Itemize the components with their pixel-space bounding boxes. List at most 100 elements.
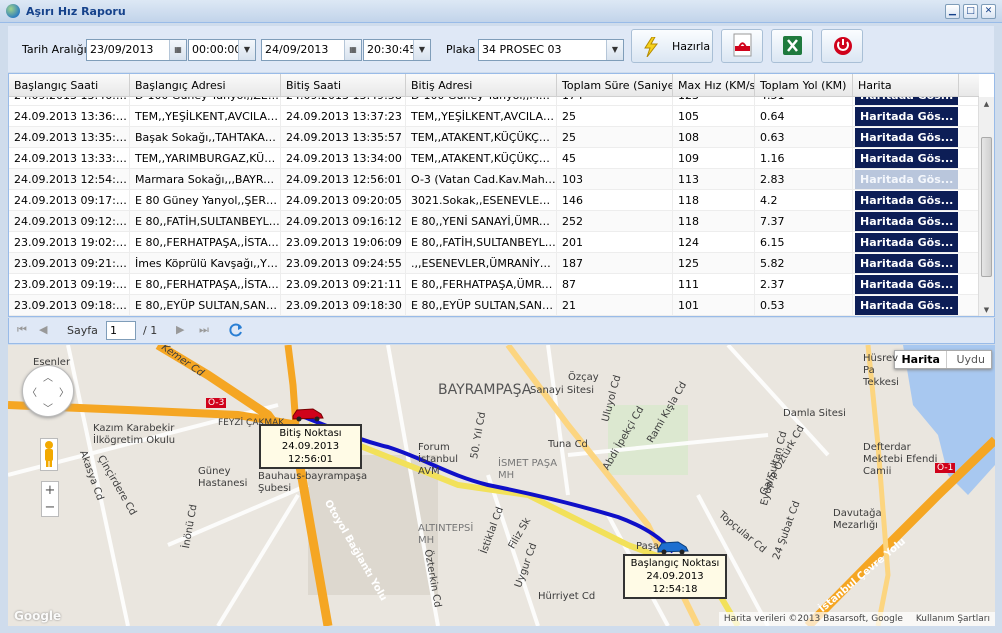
title-bar: Aşırı Hız Raporu ▁ □ ✕ bbox=[0, 0, 1002, 23]
column-header-duration[interactable]: Toplam Süre (Saniye) bbox=[557, 74, 673, 97]
end-date-field[interactable]: 24/09/2013 ▦ bbox=[261, 39, 362, 61]
column-header-distance[interactable]: Toplam Yol (KM) bbox=[755, 74, 853, 97]
filter-toolbar: Tarih Aralığı 23/09/2013 ▦ 00:00:00 ▼ 24… bbox=[8, 26, 994, 72]
street-view-pegman[interactable] bbox=[40, 438, 58, 471]
cell-start-time: 24.09.2013 13:35:32 bbox=[9, 127, 130, 148]
column-header-map[interactable]: Harita bbox=[853, 74, 959, 97]
chevron-down-icon[interactable]: ▼ bbox=[413, 40, 430, 60]
first-page-icon[interactable]: ⏮ bbox=[17, 323, 27, 337]
plate-label: Plaka bbox=[446, 43, 476, 56]
export-pdf-button[interactable] bbox=[721, 29, 763, 63]
start-time-field[interactable]: 00:00:00 ▼ bbox=[188, 39, 256, 61]
table-row[interactable]: 23.09.2013 09:21:48 İmes Köprülü Kavşağı,… bbox=[9, 253, 979, 274]
export-excel-button[interactable] bbox=[771, 29, 813, 63]
column-header-max-speed[interactable]: Max Hız (KM/s) bbox=[673, 74, 755, 97]
cell-max-speed: 125 bbox=[673, 253, 755, 274]
cell-max-speed: 111 bbox=[673, 274, 755, 295]
cell-distance: 2.83 bbox=[755, 169, 853, 190]
show-on-map-button[interactable]: Haritada Gös... bbox=[855, 191, 958, 210]
map-type-satellite[interactable]: Uydu bbox=[950, 351, 991, 368]
cell-end-time: 24.09.2013 09:16:12 bbox=[281, 211, 406, 232]
plate-select[interactable]: 34 PROSEC 03 ▼ bbox=[478, 39, 624, 61]
table-row[interactable]: 24.09.2013 13:46:58D-100 Güney Yanyol,,Z… bbox=[9, 97, 979, 106]
last-page-icon[interactable]: ⏭ bbox=[199, 323, 209, 337]
start-car-icon bbox=[657, 541, 689, 555]
show-on-map-button[interactable]: Haritada Gös... bbox=[855, 170, 958, 189]
show-on-map-button[interactable]: Haritada Gös... bbox=[855, 128, 958, 147]
table-row[interactable]: 23.09.2013 09:19:44 E 80,,FERHATPAŞA,,İST… bbox=[9, 274, 979, 295]
next-page-icon[interactable]: ▶ bbox=[176, 323, 184, 336]
scrollbar-thumb[interactable] bbox=[981, 137, 992, 277]
map-label: Özçay bbox=[568, 372, 599, 383]
table-row[interactable]: 24.09.2013 13:33:15 TEM,,YARIMBURGAZ,KÜÇÜ… bbox=[9, 148, 979, 169]
show-on-map-button[interactable]: Haritada Gös... bbox=[855, 97, 958, 105]
cell-start-address: İmes Köprülü Kavşağı,,YE... bbox=[130, 253, 281, 274]
end-point-time: 24.09.2013 12:56:01 bbox=[281, 441, 340, 465]
close-report-button[interactable] bbox=[821, 29, 863, 63]
prepare-button[interactable]: Hazırla bbox=[631, 29, 713, 63]
end-date-value: 24/09/2013 bbox=[265, 43, 329, 56]
pan-right-icon[interactable]: 〉 bbox=[59, 384, 69, 399]
scroll-up-icon[interactable]: ▲ bbox=[979, 97, 994, 111]
cell-max-speed: 118 bbox=[673, 211, 755, 232]
table-row[interactable]: 24.09.2013 13:36:58 TEM,,YEŞİLKENT,AVCILA… bbox=[9, 106, 979, 127]
cell-start-time: 24.09.2013 13:36:58 bbox=[9, 106, 130, 127]
prev-page-icon[interactable]: ◀ bbox=[39, 323, 47, 336]
cell-distance: 0.53 bbox=[755, 295, 853, 316]
show-on-map-button[interactable]: Haritada Gös... bbox=[855, 149, 958, 168]
pan-left-icon[interactable]: 〈 bbox=[27, 384, 37, 399]
show-on-map-button[interactable]: Haritada Gös... bbox=[855, 107, 958, 126]
scroll-down-icon[interactable]: ▼ bbox=[979, 303, 994, 316]
column-header-end-address[interactable]: Bitiş Adresi bbox=[406, 74, 557, 97]
close-button[interactable]: ✕ bbox=[981, 4, 996, 19]
vertical-scrollbar[interactable]: ▲ ▼ bbox=[978, 97, 994, 316]
cell-max-speed: 101 bbox=[673, 295, 755, 316]
calendar-icon[interactable]: ▦ bbox=[344, 40, 361, 60]
page-number-input[interactable]: 1 bbox=[106, 321, 136, 340]
chevron-down-icon[interactable]: ▼ bbox=[606, 40, 623, 60]
cell-duration: 187 bbox=[557, 253, 673, 274]
table-row[interactable]: 23.09.2013 19:02:48 E 80,,FERHATPAŞA,,İST… bbox=[9, 232, 979, 253]
show-on-map-button[interactable]: Haritada Gös... bbox=[855, 212, 958, 231]
map-view[interactable]: ︿ ﹀ 〈 〉 + − Harita Uydu Esenler BAYRAMPA… bbox=[8, 345, 995, 626]
table-row[interactable]: 24.09.2013 09:12:00 E 80,,FATİH,SULTANBEY… bbox=[9, 211, 979, 232]
map-label: ALTINTEPSİ MH bbox=[418, 523, 474, 546]
zoom-in-button[interactable]: + bbox=[42, 482, 58, 499]
chevron-down-icon[interactable]: ▼ bbox=[238, 40, 255, 60]
terms-link[interactable]: Kullanım Şartları bbox=[916, 614, 990, 624]
pan-control[interactable]: ︿ ﹀ 〈 〉 bbox=[22, 365, 74, 417]
show-on-map-button[interactable]: Haritada Gös... bbox=[855, 296, 958, 315]
column-header-start-address[interactable]: Başlangıç Adresi bbox=[130, 74, 281, 97]
start-date-field[interactable]: 23/09/2013 ▦ bbox=[86, 39, 187, 61]
show-on-map-button[interactable]: Haritada Gös... bbox=[855, 254, 958, 273]
zoom-out-button[interactable]: − bbox=[42, 499, 58, 516]
table-row[interactable]: 24.09.2013 13:35:32 Başak Sokağı,,TAHTAKA… bbox=[9, 127, 979, 148]
table-row[interactable]: 23.09.2013 09:18:09 E 80,,EYÜP SULTAN,SAN… bbox=[9, 295, 979, 316]
maximize-button[interactable]: □ bbox=[963, 4, 978, 19]
refresh-icon[interactable] bbox=[228, 322, 244, 338]
end-time-field[interactable]: 20:30:45 ▼ bbox=[363, 39, 431, 61]
show-on-map-button[interactable]: Haritada Gös... bbox=[855, 233, 958, 252]
cell-end-time: 24.09.2013 13:49:58 bbox=[281, 97, 406, 106]
pan-down-icon[interactable]: ﹀ bbox=[43, 400, 53, 415]
show-on-map-button[interactable]: Haritada Gös... bbox=[855, 275, 958, 294]
table-row[interactable]: 24.09.2013 09:17:39 E 80 Güney Yanyol,,ŞE… bbox=[9, 190, 979, 211]
pan-up-icon[interactable]: ︿ bbox=[43, 369, 53, 384]
cell-max-speed: 123 bbox=[673, 97, 755, 106]
map-label: Esenler bbox=[33, 357, 71, 368]
cell-start-address: E 80,,FERHATPAŞA,,İSTAN... bbox=[130, 232, 281, 253]
cell-start-address: E 80 Güney Yanyol,,ŞERİF... bbox=[130, 190, 281, 211]
cell-duration: 252 bbox=[557, 211, 673, 232]
cell-start-address: E 80,,FERHATPAŞA,,İSTAN... bbox=[130, 274, 281, 295]
date-range-label: Tarih Aralığı bbox=[22, 43, 87, 56]
calendar-icon[interactable]: ▦ bbox=[169, 40, 186, 60]
cell-end-time: 23.09.2013 09:24:55 bbox=[281, 253, 406, 274]
column-header-start-time[interactable]: Başlangıç Saati bbox=[9, 74, 130, 97]
cell-duration: 25 bbox=[557, 127, 673, 148]
column-header-end-time[interactable]: Bitiş Saati bbox=[281, 74, 406, 97]
grid-header: Başlangıç Saati Başlangıç Adresi Bitiş S… bbox=[9, 74, 979, 97]
map-label: Forum İstanbul AVM bbox=[418, 442, 459, 477]
minimize-button[interactable]: ▁ bbox=[945, 4, 960, 19]
table-row[interactable]: 24.09.2013 12:54:18 Marmara Sokağı,,,BAYR… bbox=[9, 169, 979, 190]
cell-distance: 6.15 bbox=[755, 232, 853, 253]
